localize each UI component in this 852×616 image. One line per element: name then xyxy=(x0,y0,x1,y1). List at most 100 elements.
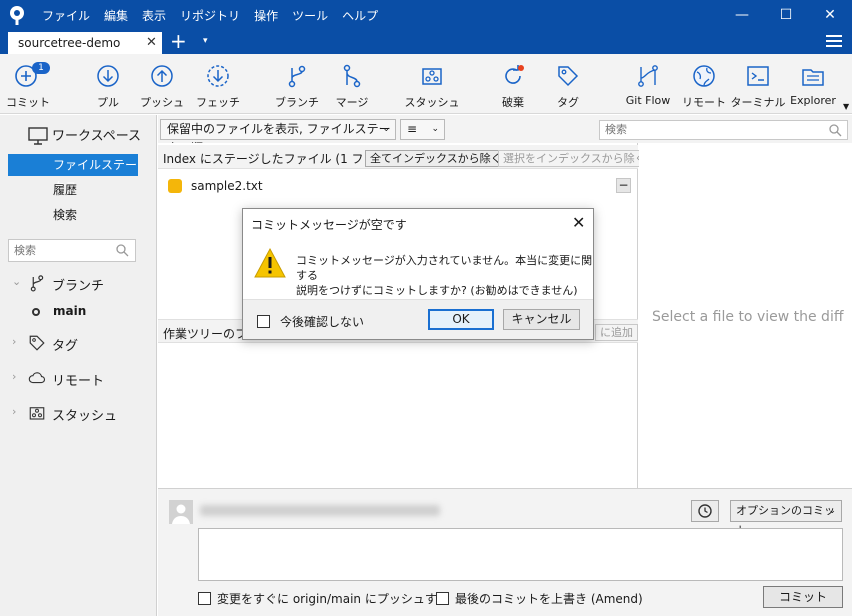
stash-label: スタッシュ xyxy=(404,96,460,109)
fetch-button[interactable]: フェッチ xyxy=(193,54,243,114)
branch-label: ブランチ xyxy=(275,96,319,109)
file-search-input[interactable] xyxy=(600,121,820,139)
discard-button[interactable]: 破棄 xyxy=(490,54,536,114)
file-filter-dropdown[interactable]: 保留中のファイルを表示, ファイルステータス順 ⌄ xyxy=(160,119,396,155)
toolbar-overflow-icon[interactable]: ▼ xyxy=(843,102,849,111)
menu-tools[interactable]: ツール xyxy=(292,7,328,24)
chevron-down-icon[interactable]: ⌄ xyxy=(12,275,21,288)
arrow-up-circle-icon xyxy=(151,65,173,87)
hamburger-menu-icon[interactable] xyxy=(826,35,842,49)
empty-commit-message-dialog: コミットメッセージが空です ✕ コミットメッセージが入力されていません。本当に変… xyxy=(242,208,594,340)
close-icon[interactable]: ✕ xyxy=(572,213,585,232)
diff-placeholder-text: Select a file to view the diff xyxy=(652,309,844,325)
file-name: sample2.txt xyxy=(191,179,263,193)
tab-sourcetree-demo[interactable]: sourcetree-demo ✕ xyxy=(8,32,162,54)
menu-file[interactable]: ファイル xyxy=(42,7,90,24)
title-bar: ファイル 編集 表示 リポジトリ 操作 ツール ヘルプ — ☐ ✕ xyxy=(0,0,852,30)
tab-label: sourcetree-demo xyxy=(18,36,121,50)
sidebar-search-field[interactable] xyxy=(8,239,136,262)
gitflow-button[interactable]: Git Flow xyxy=(620,54,676,114)
tag-button[interactable]: タグ xyxy=(546,54,590,114)
sidebar-item-file-status[interactable]: ファイルステータス xyxy=(8,154,138,194)
sidebar-group-stashes[interactable]: › スタッシュ xyxy=(0,402,157,424)
dialog-message: コミットメッセージが入力されていません。本当に変更に関する 説明をつけずにコミッ… xyxy=(296,253,596,298)
sidebar-group-remotes[interactable]: › リモート xyxy=(0,367,157,389)
chevron-right-icon[interactable]: › xyxy=(12,405,16,418)
commit-message-input[interactable] xyxy=(198,528,843,581)
list-view-icon: ≡ xyxy=(407,122,418,136)
chevron-right-icon[interactable]: › xyxy=(12,370,16,383)
commit-button[interactable]: コミット xyxy=(763,586,843,608)
merge-label: マージ xyxy=(335,96,369,109)
dont-ask-again-checkbox[interactable]: 今後確認しない xyxy=(257,313,364,330)
dialog-title: コミットメッセージが空です xyxy=(251,218,407,232)
terminal-button[interactable]: ターミナル xyxy=(730,54,786,114)
push-immediately-checkbox[interactable]: 変更をすぐに origin/main にプッシュする xyxy=(198,589,449,607)
toolbar: 1 コミット プル プッシュ フェッチ ブランチ マージ スタッシュ 破棄 タグ… xyxy=(0,54,852,114)
branch-button[interactable]: ブランチ xyxy=(272,54,322,114)
fetch-label: フェッチ xyxy=(196,96,240,109)
menu-actions[interactable]: 操作 xyxy=(254,7,278,24)
stash-icon xyxy=(422,68,442,85)
tag-icon xyxy=(29,335,45,351)
tab-close-icon[interactable]: ✕ xyxy=(146,35,157,50)
discard-icon xyxy=(505,65,524,84)
search-icon xyxy=(829,124,842,137)
view-mode-dropdown[interactable]: ≡ ⌄ xyxy=(400,119,445,140)
sidebar-item-search[interactable]: 検索 xyxy=(8,204,138,226)
monitor-icon xyxy=(28,127,48,145)
maximize-button[interactable]: ☐ xyxy=(766,0,806,30)
commit-history-button[interactable] xyxy=(691,500,719,522)
branches-label: ブランチ xyxy=(52,279,105,294)
remotes-label: リモート xyxy=(52,374,105,389)
stash-button[interactable]: スタッシュ xyxy=(403,54,461,114)
amend-checkbox[interactable]: 最後のコミットを上書き (Amend) xyxy=(436,589,643,607)
sidebar-group-tags[interactable]: › タグ xyxy=(0,332,157,354)
close-window-button[interactable]: ✕ xyxy=(810,0,850,30)
commit-options-dropdown[interactable]: オプションのコミット ⌄ xyxy=(730,500,842,537)
menu-repository[interactable]: リポジトリ xyxy=(180,7,240,24)
tag-label: タグ xyxy=(557,96,579,109)
checkbox-icon[interactable] xyxy=(198,591,211,605)
terminal-icon xyxy=(747,66,769,86)
menu-help[interactable]: ヘルプ xyxy=(342,7,378,24)
menu-view[interactable]: 表示 xyxy=(142,7,166,24)
staged-file-row[interactable]: sample2.txt − xyxy=(158,177,638,197)
add-selected-button[interactable]: に追加 xyxy=(595,324,638,341)
explorer-icon xyxy=(802,69,824,86)
tab-bar: sourcetree-demo ✕ + ▾ xyxy=(0,30,852,54)
menu-edit[interactable]: 編集 xyxy=(104,7,128,24)
cancel-button[interactable]: キャンセル xyxy=(503,309,580,330)
file-modified-icon xyxy=(168,179,182,193)
minimize-button[interactable]: — xyxy=(722,0,762,30)
remote-button[interactable]: リモート xyxy=(680,54,728,114)
chevron-down-icon: ⌄ xyxy=(382,124,390,134)
merge-button[interactable]: マージ xyxy=(328,54,376,114)
merge-icon xyxy=(343,64,361,88)
sidebar: ワークスペース ファイルステータス 履歴 検索 ⌄ ブランチ main › タグ… xyxy=(0,115,157,616)
file-search-field[interactable] xyxy=(599,120,848,140)
explorer-button[interactable]: Explorer xyxy=(788,54,838,114)
pull-button[interactable]: プル xyxy=(84,54,132,114)
sidebar-group-branches[interactable]: ⌄ ブランチ xyxy=(0,272,157,294)
ok-button[interactable]: OK xyxy=(428,309,494,330)
push-immediately-label: 変更をすぐに origin/main にプッシュする xyxy=(217,591,449,606)
sidebar-item-history[interactable]: 履歴 xyxy=(8,179,138,201)
unstage-file-button[interactable]: − xyxy=(616,178,631,193)
unstage-all-button[interactable]: 全てインデックスから除く xyxy=(365,150,507,167)
avatar xyxy=(169,500,193,524)
branch-icon xyxy=(30,275,44,292)
push-button[interactable]: プッシュ xyxy=(138,54,186,114)
checkbox-icon[interactable] xyxy=(257,315,270,328)
commit-toolbar-button[interactable]: 1 コミット xyxy=(0,54,56,114)
tab-dropdown-icon[interactable]: ▾ xyxy=(203,36,208,46)
user-avatar-icon xyxy=(169,500,193,524)
sidebar-search-input[interactable] xyxy=(9,240,109,261)
explorer-label: Explorer xyxy=(790,94,836,107)
unstage-selected-button[interactable]: 選択をインデックスから除く xyxy=(498,150,651,167)
branch-item-main[interactable]: main xyxy=(0,302,157,322)
new-tab-button[interactable]: + xyxy=(170,31,187,51)
chevron-right-icon[interactable]: › xyxy=(12,335,16,348)
checkbox-icon[interactable] xyxy=(436,591,449,605)
chevron-down-icon: ⌄ xyxy=(828,506,836,516)
